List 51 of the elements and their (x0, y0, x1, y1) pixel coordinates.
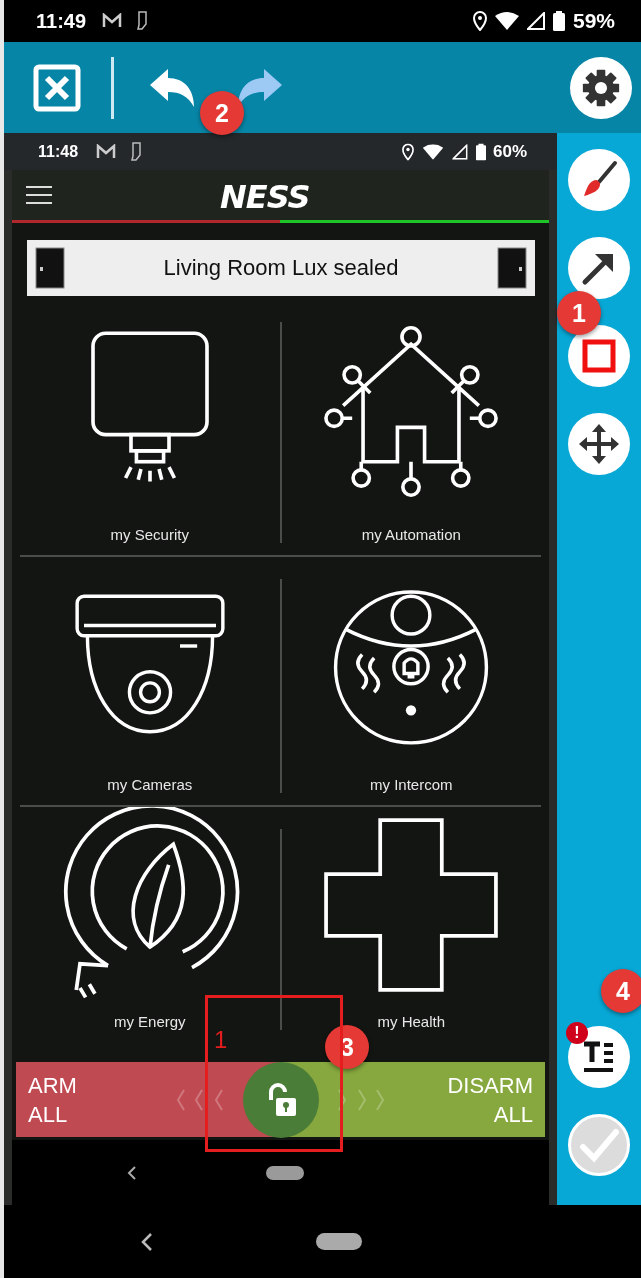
banner-text: Living Room Lux sealed (163, 255, 399, 281)
leaf-plug-icon (63, 807, 239, 1000)
undo-button[interactable] (148, 66, 196, 109)
smart-home-icon (324, 326, 499, 497)
intercom-icon (334, 590, 489, 745)
tile-label: my Cameras (107, 776, 193, 793)
status-time: 11:48 (38, 142, 79, 161)
battery-percent: 59% (572, 9, 615, 33)
mail-icon (96, 143, 117, 160)
door-icon (497, 247, 527, 289)
tile-label: my Security (110, 526, 189, 543)
back-icon[interactable] (127, 1164, 137, 1181)
logo: NESS (220, 178, 310, 216)
location-icon (402, 143, 414, 160)
notification-icon (136, 11, 149, 31)
mail-icon (102, 13, 123, 29)
checkmark-icon (580, 1129, 619, 1163)
wifi-icon (494, 12, 519, 30)
close-button[interactable] (33, 63, 81, 112)
tile-label: my Automation (361, 526, 461, 543)
arrow-icon (582, 254, 613, 285)
text-tool-icon (582, 1041, 615, 1072)
notification-icon (130, 141, 143, 162)
signal-icon (452, 143, 468, 160)
move-icon (579, 424, 619, 464)
arm-all-label: ARM ALL (28, 1071, 78, 1129)
arm-disarm-slider[interactable]: ARM ALL DISARM ALL (16, 1062, 545, 1137)
wifi-icon (422, 143, 444, 160)
disarm-all-label: DISARM ALL (446, 1071, 533, 1129)
rectangle-label: 1 (214, 1026, 228, 1054)
menu-icon[interactable] (26, 185, 52, 205)
battery-icon (552, 11, 565, 31)
siren-icon (90, 331, 209, 484)
signal-icon (526, 12, 545, 30)
settings-icon (582, 69, 620, 106)
back-icon[interactable] (141, 1231, 153, 1252)
brush-icon (584, 161, 617, 196)
battery-icon (475, 143, 487, 160)
home-pill[interactable] (266, 1165, 304, 1180)
home-pill[interactable] (316, 1233, 362, 1250)
door-icon (35, 247, 65, 289)
status-time: 11:49 (36, 9, 87, 33)
tile-label: my Health (377, 1013, 445, 1030)
medical-cross-icon (324, 818, 499, 992)
tile-label: my Intercom (370, 776, 453, 793)
location-icon (472, 11, 487, 31)
tile-label: my Energy (113, 1013, 186, 1030)
rectangle-icon (582, 339, 616, 373)
dome-camera-icon (75, 594, 225, 734)
battery-percent: 60% (492, 141, 527, 162)
alert-badge: ! (566, 1022, 588, 1044)
